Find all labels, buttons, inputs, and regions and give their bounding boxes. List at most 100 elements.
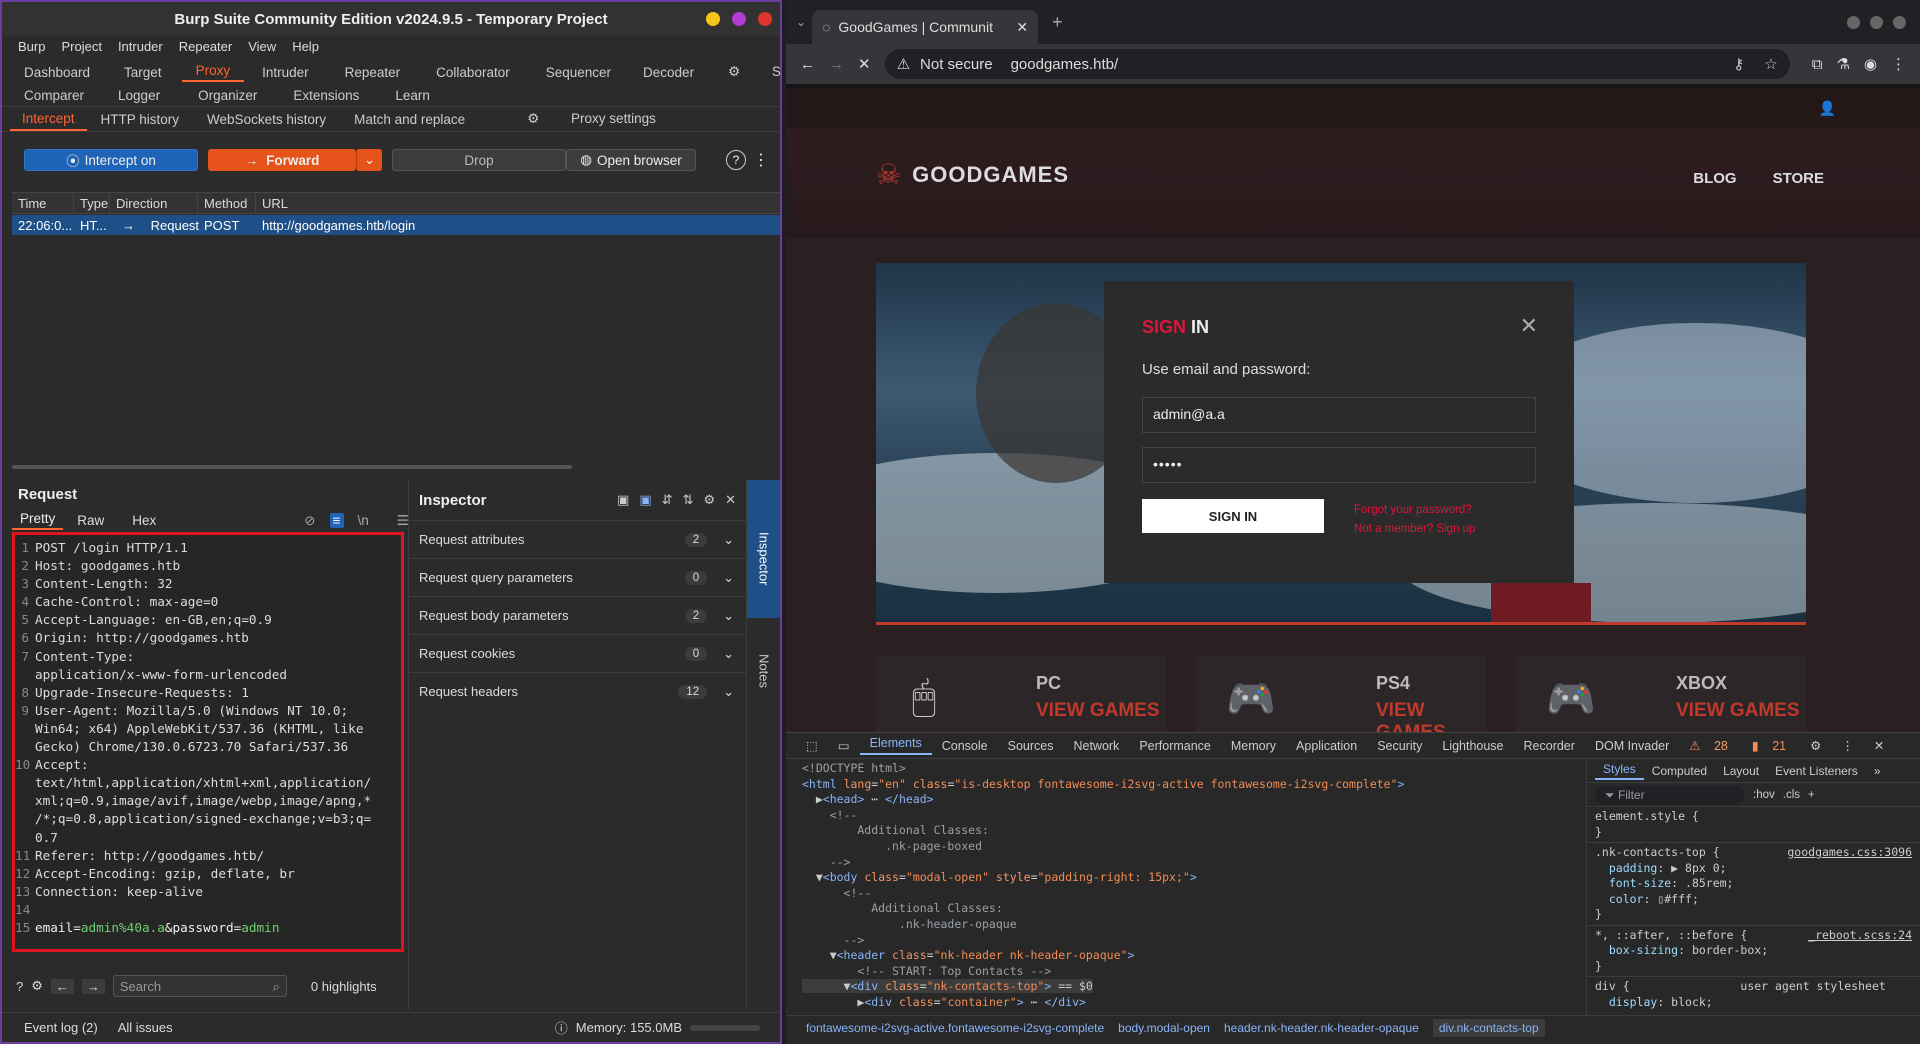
kebab-menu-icon[interactable]: ⋮ <box>753 149 769 171</box>
add-rule-icon[interactable]: + <box>1808 789 1815 801</box>
chevron-down-icon[interactable]: ⌄ <box>723 684 734 700</box>
tab-extensions[interactable]: Extensions <box>275 88 377 103</box>
chevron-down-icon[interactable]: ⌄ <box>723 646 734 662</box>
minimize-button[interactable] <box>706 12 720 26</box>
forgot-password-link[interactable]: Forgot your password? <box>1354 501 1475 520</box>
inspect-element-icon[interactable]: ⬚ <box>796 738 828 753</box>
col-direction[interactable]: Direction <box>110 193 198 213</box>
tab-recorder[interactable]: Recorder <box>1514 739 1585 753</box>
subtab-http-history[interactable]: HTTP history <box>87 112 194 127</box>
profile-icon[interactable]: ◉ <box>1864 55 1877 73</box>
tab-dashboard[interactable]: Dashboard <box>10 65 104 80</box>
tab-settings[interactable]: ⚙ Settings <box>708 64 780 80</box>
breadcrumb-html[interactable]: fontawesome-i2svg-active.fontawesome-i2s… <box>806 1021 1104 1035</box>
side-tab-inspector[interactable]: Inspector <box>747 480 780 618</box>
tab-target[interactable]: Target <box>104 65 182 80</box>
kebab-menu-icon[interactable]: ⋮ <box>1891 55 1906 73</box>
hide-nonprintable-icon[interactable]: ⊘ <box>290 513 329 529</box>
maximize-button[interactable] <box>732 12 746 26</box>
new-tab-icon[interactable]: + <box>1052 12 1063 33</box>
minimize-button[interactable] <box>1847 15 1860 29</box>
breadcrumb-div[interactable]: div.nk-contacts-top <box>1432 1018 1545 1037</box>
drop-button[interactable]: Drop <box>392 149 566 171</box>
layout-left-icon[interactable]: ▣ <box>617 492 629 508</box>
tab-memory[interactable]: Memory <box>1221 739 1286 753</box>
tab-organizer[interactable]: Organizer <box>180 88 275 103</box>
col-method[interactable]: Method <box>198 193 256 213</box>
kebab-menu-icon[interactable]: ⋮ <box>1831 738 1864 753</box>
tab-collaborator[interactable]: Collaborator <box>418 65 528 80</box>
tab-hex[interactable]: Hex <box>118 513 170 528</box>
help-icon[interactable]: ? <box>726 150 746 170</box>
request-search-input[interactable]: Search ⌕ <box>112 975 287 997</box>
layout-right-icon[interactable]: ▣ <box>639 492 651 508</box>
tab-proxy[interactable]: Proxy <box>181 63 245 82</box>
forward-button[interactable]: → Forward <box>208 149 356 171</box>
inspector-row[interactable]: Request attributes 2 ⌄ <box>409 520 746 558</box>
tab-intruder[interactable]: Intruder <box>244 65 327 80</box>
tab-console[interactable]: Console <box>932 739 998 753</box>
more-tabs-icon[interactable]: » <box>1866 764 1889 778</box>
close-icon[interactable]: ✕ <box>1016 19 1028 36</box>
dom-tree[interactable]: <!DOCTYPE html> <html lang="en" class="i… <box>786 759 1586 1015</box>
open-browser-button[interactable]: ◍ Open browser <box>566 149 696 171</box>
inspector-row[interactable]: Request body parameters 2 ⌄ <box>409 596 746 634</box>
tab-repeater[interactable]: Repeater <box>327 65 419 80</box>
intercept-toggle-button[interactable]: ⦿ Intercept on <box>24 149 198 171</box>
tab-security[interactable]: Security <box>1367 739 1432 753</box>
url-field[interactable]: ⚠ Not secure goodgames.htb/ ⚷ ☆ <box>884 49 1790 79</box>
all-issues-link[interactable]: All issues <box>118 1020 173 1035</box>
menu-repeater[interactable]: Repeater <box>171 39 240 54</box>
signin-button[interactable]: SIGN IN <box>1142 499 1324 533</box>
subtab-match-replace[interactable]: Match and replace <box>340 112 479 127</box>
tab-search-icon[interactable]: ⌄ <box>796 15 806 29</box>
tab-raw[interactable]: Raw <box>63 513 118 528</box>
chevron-down-icon[interactable]: ⌄ <box>723 532 734 548</box>
menu-help[interactable]: Help <box>284 39 327 54</box>
tab-elements[interactable]: Elements <box>859 736 932 755</box>
hov-toggle[interactable]: :hov <box>1753 789 1775 801</box>
forward-icon[interactable]: → <box>829 56 844 73</box>
close-icon[interactable]: ✕ <box>1520 313 1538 339</box>
breadcrumb-header[interactable]: header.nk-header.nk-header-opaque <box>1224 1021 1419 1035</box>
inspector-row[interactable]: Request query parameters 0 ⌄ <box>409 558 746 596</box>
nav-blog[interactable]: BLOG <box>1693 170 1736 187</box>
lab-icon[interactable]: ⚗ <box>1836 55 1849 73</box>
close-icon[interactable]: ✕ <box>725 492 736 508</box>
tab-styles[interactable]: Styles <box>1595 762 1644 780</box>
style-rule-element[interactable]: element.style { } <box>1587 807 1920 843</box>
tab-logger[interactable]: Logger <box>98 88 180 103</box>
category-card-ps4[interactable]: 🎮 PS4 VIEW GAMES <box>1196 655 1486 732</box>
proxy-settings-button[interactable]: ⚙ Proxy settings <box>499 111 684 127</box>
category-card-xbox[interactable]: 🎮 XBOX VIEW GAMES <box>1516 655 1806 732</box>
tab-comparer[interactable]: Comparer <box>10 88 98 103</box>
tab-event-listeners[interactable]: Event Listeners <box>1767 764 1866 778</box>
browser-tab[interactable]: ◌ GoodGames | Communit ✕ <box>812 10 1039 44</box>
device-toolbar-icon[interactable]: ▭ <box>828 738 860 753</box>
styles-filter-input[interactable]: ⏷ Filter <box>1595 785 1745 804</box>
subtab-intercept[interactable]: Intercept <box>10 107 87 131</box>
user-icon[interactable]: 👤 <box>1819 100 1836 117</box>
site-logo[interactable]: ☠ GOODGAMES <box>876 158 1069 191</box>
tab-decoder[interactable]: Decoder <box>629 65 708 80</box>
close-icon[interactable]: ✕ <box>1864 738 1894 753</box>
tab-layout[interactable]: Layout <box>1715 764 1767 778</box>
forward-dropdown-button[interactable]: ⌄ <box>356 149 382 171</box>
gear-icon[interactable]: ⚙ <box>703 492 715 508</box>
menu-intruder[interactable]: Intruder <box>110 39 171 54</box>
stop-icon[interactable]: ✕ <box>858 55 871 73</box>
col-type[interactable]: Type <box>74 193 110 213</box>
request-editor[interactable]: 1 POST /login HTTP/1.1 2 Host: goodgames.ht… <box>12 532 404 952</box>
tab-lighthouse[interactable]: Lighthouse <box>1432 739 1513 753</box>
nav-store[interactable]: STORE <box>1773 170 1824 187</box>
close-button[interactable] <box>1893 15 1906 29</box>
close-button[interactable] <box>758 12 772 26</box>
maximize-button[interactable] <box>1870 15 1883 29</box>
style-rule-contacts-top[interactable]: goodgames.css:3096 .nk-contacts-top { pad… <box>1587 843 1920 926</box>
menu-burp[interactable]: Burp <box>10 39 53 54</box>
inspector-row[interactable]: Request cookies 0 ⌄ <box>409 634 746 672</box>
category-card-pc[interactable]: 🖱 PC VIEW GAMES <box>876 655 1166 732</box>
tab-sequencer[interactable]: Sequencer <box>528 65 629 80</box>
col-url[interactable]: URL <box>256 193 780 213</box>
chevron-down-icon[interactable]: ⌄ <box>723 608 734 624</box>
